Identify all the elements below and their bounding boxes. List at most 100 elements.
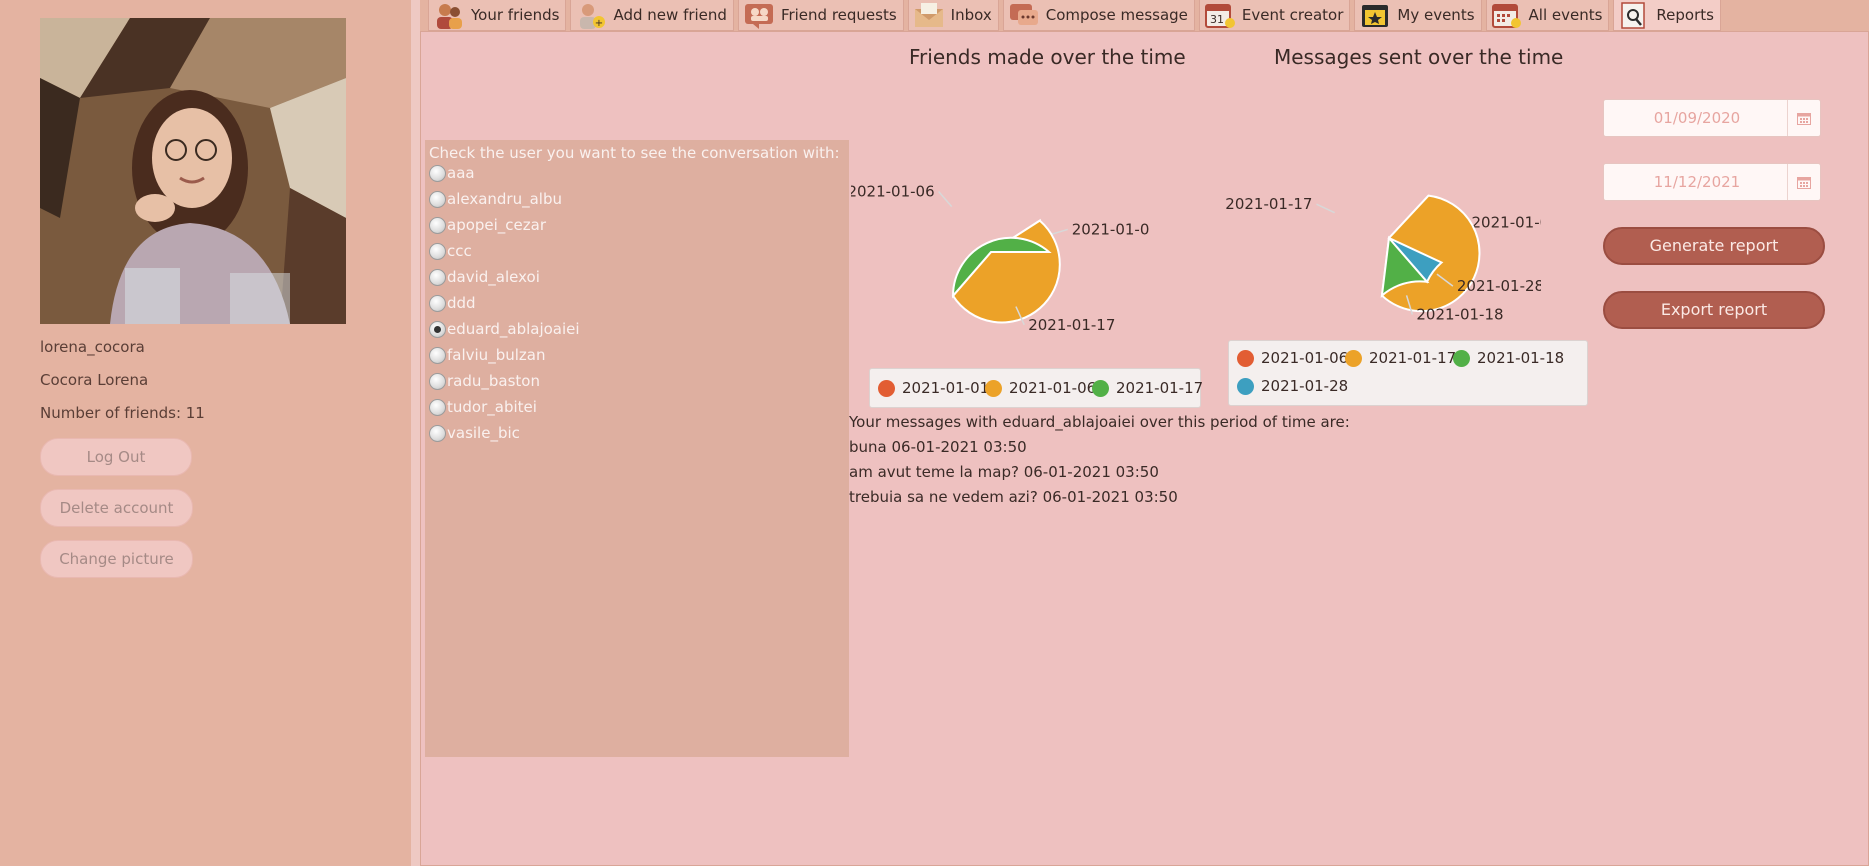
reports-icon <box>1618 1 1650 29</box>
user-radio-item[interactable]: eduard_ablajoaiei <box>429 318 580 340</box>
legend-label: 2021-01-06 <box>1261 349 1349 367</box>
tab-label: Add new friend <box>613 6 727 24</box>
pie-slice-label: 2021-01-01 <box>1072 220 1151 238</box>
tab-label: Inbox <box>950 6 992 24</box>
user-selection-panel: Check the user you want to see the conve… <box>425 140 849 757</box>
legend-item: 2021-01-01 <box>878 379 989 397</box>
radio-button[interactable] <box>429 294 446 312</box>
legend-label: 2021-01-06 <box>1009 379 1097 397</box>
all-events-icon <box>1491 1 1523 29</box>
svg-text:+: + <box>595 18 603 29</box>
friends-icon <box>433 1 465 29</box>
export-report-button[interactable]: Export report <box>1603 291 1825 329</box>
start-date-value[interactable]: 01/09/2020 <box>1604 109 1790 127</box>
calendar-icon[interactable] <box>1787 164 1820 200</box>
add-friend-icon: + <box>575 1 607 29</box>
tab-inbox[interactable]: Inbox <box>907 0 999 31</box>
tab-label: Event creator <box>1241 6 1344 24</box>
message-line: am avut teme la map? 06-01-2021 03:50 <box>849 463 1159 481</box>
user-selection-heading: Check the user you want to see the conve… <box>429 144 840 162</box>
legend-swatch <box>1092 379 1109 397</box>
legend-swatch <box>878 379 895 397</box>
tab-my-events[interactable]: My events <box>1354 0 1482 31</box>
legend-label: 2021-01-28 <box>1261 377 1349 395</box>
tab-add-new-friend[interactable]: + Add new friend <box>570 0 734 31</box>
user-radio-item[interactable]: alexandru_albu <box>429 188 562 210</box>
full-name-label: Cocora Lorena <box>40 371 149 389</box>
tab-compose-message[interactable]: Compose message <box>1002 0 1195 31</box>
tab-reports[interactable]: Reports <box>1613 0 1721 31</box>
pie-slice-label: 2021-01-28 <box>1457 277 1541 295</box>
compose-icon <box>1008 1 1040 29</box>
legend-label: 2021-01-18 <box>1477 349 1565 367</box>
radio-button[interactable] <box>429 216 446 234</box>
legend-swatch <box>1453 349 1470 367</box>
legend-item: 2021-01-17 <box>1345 349 1456 367</box>
user-name: apopei_cezar <box>447 216 547 234</box>
legend-item: 2021-01-17 <box>1092 379 1203 397</box>
tab-all-events[interactable]: All events <box>1485 0 1610 31</box>
sidebar-divider <box>411 0 420 866</box>
radio-button[interactable] <box>429 372 446 390</box>
legend-swatch <box>1237 349 1254 367</box>
user-radio-item[interactable]: falviu_bulzan <box>429 344 545 366</box>
event-creator-icon: 31 <box>1204 1 1236 29</box>
legend-swatch <box>985 379 1002 397</box>
friends-chart-legend: 2021-01-01 2021-01-06 2021-01-17 <box>869 368 1203 408</box>
end-date-value[interactable]: 11/12/2021 <box>1604 173 1790 191</box>
profile-sidebar: lorena_cocora Cocora Lorena Number of fr… <box>0 0 411 866</box>
start-date-picker[interactable]: 01/09/2020 <box>1603 99 1821 137</box>
friend-requests-icon <box>743 1 775 29</box>
calendar-icon[interactable] <box>1787 100 1820 136</box>
logout-button[interactable]: Log Out <box>40 438 192 476</box>
radio-button[interactable] <box>429 346 446 364</box>
messages-chart-title: Messages sent over the time <box>1274 45 1564 69</box>
user-name: falviu_bulzan <box>447 346 546 364</box>
generate-report-button[interactable]: Generate report <box>1603 227 1825 265</box>
tab-label: Compose message <box>1045 6 1188 24</box>
tab-event-creator[interactable]: 31 Event creator <box>1198 0 1351 31</box>
end-date-picker[interactable]: 11/12/2021 <box>1603 163 1821 201</box>
delete-account-button[interactable]: Delete account <box>40 489 193 527</box>
my-events-icon <box>1359 1 1391 29</box>
tab-friend-requests[interactable]: Friend requests <box>737 0 904 31</box>
user-radio-item[interactable]: aaa <box>429 162 475 184</box>
radio-button[interactable] <box>429 190 446 208</box>
tab-label: My events <box>1397 6 1475 24</box>
tab-label: All events <box>1528 6 1603 24</box>
user-radio-item[interactable]: ddd <box>429 292 476 314</box>
radio-button[interactable] <box>429 164 446 182</box>
messages-pie-chart: 2021-01-06 2021-01-17 2021-01-18 2021-01-28 <box>1225 194 1541 322</box>
user-name: aaa <box>447 164 475 182</box>
user-name: alexandru_albu <box>447 190 562 208</box>
user-radio-item[interactable]: vasile_bic <box>429 422 520 444</box>
messages-header: Your messages with eduard_ablajoaiei ove… <box>849 413 1350 431</box>
legend-swatch <box>1237 377 1254 395</box>
reports-panel: Friends made over the time Messages sent… <box>420 31 1869 866</box>
user-radio-item[interactable]: tudor_abitei <box>429 396 537 418</box>
messages-chart-legend: 2021-01-06 2021-01-17 2021-01-18 2021-01… <box>1228 340 1588 406</box>
pie-slice-label: 2021-01-06 <box>851 183 935 201</box>
radio-button[interactable] <box>429 242 446 260</box>
legend-label: 2021-01-17 <box>1369 349 1457 367</box>
radio-button[interactable] <box>429 424 446 442</box>
username-label: lorena_cocora <box>40 338 145 356</box>
user-name: tudor_abitei <box>447 398 537 416</box>
legend-swatch <box>1345 349 1362 367</box>
legend-item: 2021-01-06 <box>985 379 1096 397</box>
pie-leader-line <box>1316 203 1335 214</box>
pie-slice-label: 2021-01-18 <box>1416 306 1503 322</box>
radio-button[interactable] <box>429 268 446 286</box>
radio-button-selected[interactable] <box>429 320 446 338</box>
message-line: buna 06-01-2021 03:50 <box>849 438 1027 456</box>
user-name: vasile_bic <box>447 424 520 442</box>
tab-label: Your friends <box>471 6 560 24</box>
radio-button[interactable] <box>429 398 446 416</box>
user-radio-item[interactable]: radu_baston <box>429 370 540 392</box>
change-picture-button[interactable]: Change picture <box>40 540 193 578</box>
user-radio-item[interactable]: apopei_cezar <box>429 214 546 236</box>
user-radio-item[interactable]: ccc <box>429 240 472 262</box>
tab-your-friends[interactable]: Your friends <box>428 0 567 31</box>
user-radio-item[interactable]: david_alexoi <box>429 266 540 288</box>
svg-text:31: 31 <box>1210 13 1224 26</box>
